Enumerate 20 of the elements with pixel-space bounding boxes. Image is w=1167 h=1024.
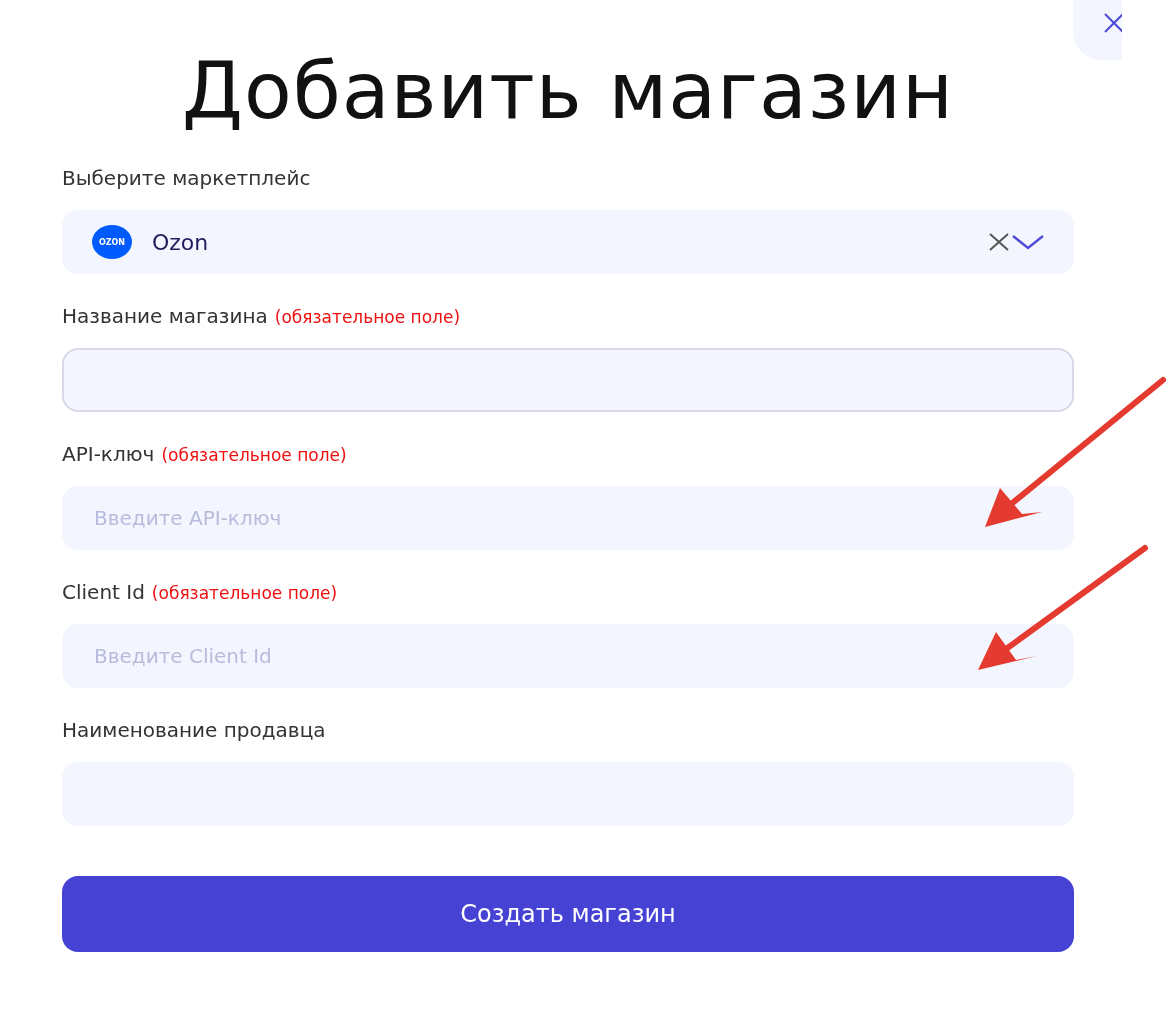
input-field[interactable] [62, 348, 1074, 412]
close-button[interactable] [1073, 0, 1122, 60]
ozon-logo: OZON [92, 225, 132, 259]
marketplace-select[interactable]: OZON Ozon [62, 210, 1074, 274]
required-note: (обязательное поле) [161, 445, 347, 465]
required-note: (обязательное поле) [274, 307, 461, 327]
create-shop-button[interactable]: Создать магазин [62, 876, 1074, 952]
chevron-down-icon[interactable] [1012, 233, 1044, 251]
field-label: Client Id [62, 580, 145, 604]
field-label: Выберите маркетплейс [62, 166, 311, 190]
selected-value: Ozon [152, 229, 210, 255]
close-icon [1104, 13, 1122, 33]
field-label: API-ключ [62, 442, 155, 466]
field-label: Наименование продавца [62, 718, 326, 742]
required-note: (обязательное поле) [151, 583, 338, 603]
field-label: Название магазина [62, 304, 268, 328]
input-field[interactable]: Введите Client Id [62, 624, 1074, 688]
input-field[interactable]: Введите API-ключ [62, 486, 1074, 550]
clear-icon[interactable] [988, 233, 1010, 251]
dialog-title: Добавить магазин [181, 45, 955, 138]
